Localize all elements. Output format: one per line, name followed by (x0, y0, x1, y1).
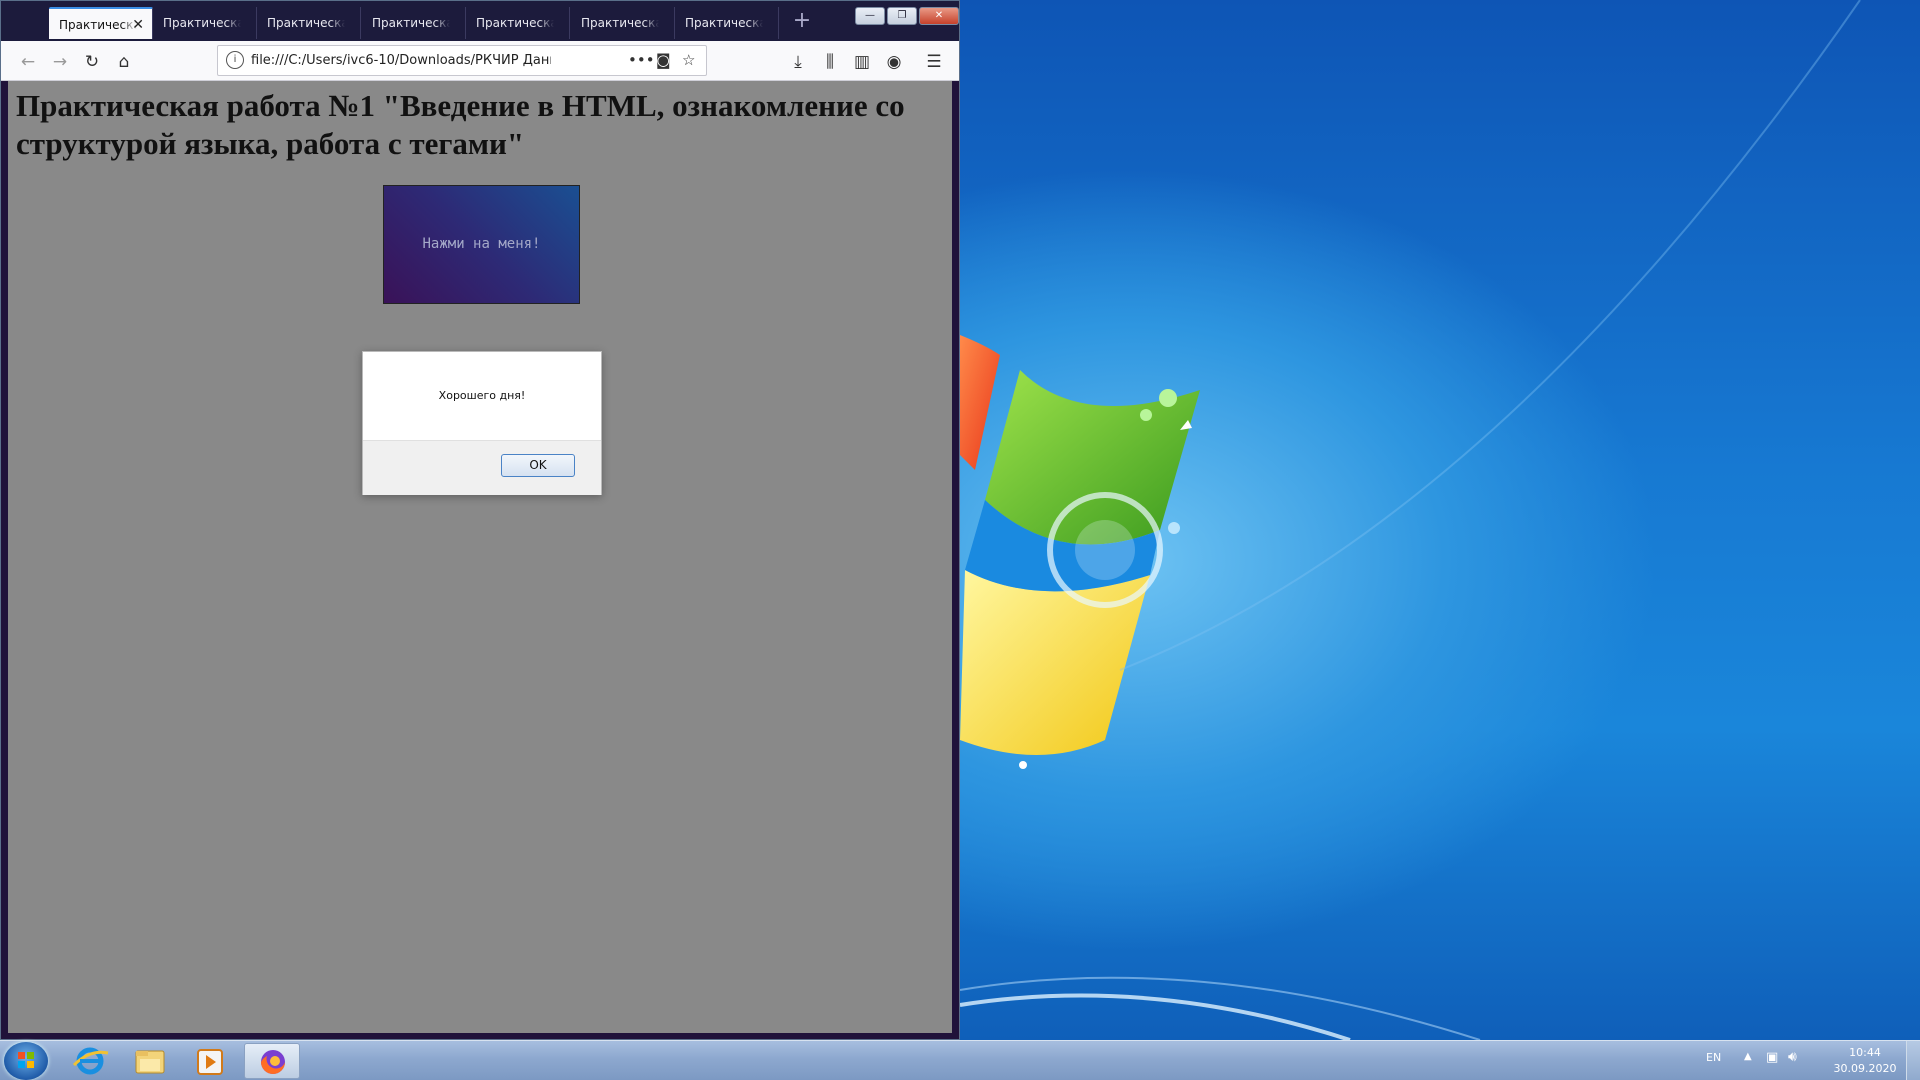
tab-label: Практическая работа (372, 16, 450, 30)
click-me-button[interactable]: Нажми на меня! (383, 185, 580, 304)
show-desktop-button[interactable] (1906, 1041, 1920, 1080)
clock-time: 10:44 (1849, 1046, 1881, 1059)
site-info-icon[interactable]: i (226, 51, 244, 69)
page-content: Практическая работа №1 "Введение в HTML,… (8, 81, 952, 1033)
page-actions-icon[interactable]: ••• (628, 50, 655, 70)
address-bar[interactable]: i file:///C:/Users/ivc6-10/Downloads/РКЧ… (217, 45, 707, 76)
sidebar-icon[interactable]: ▥ (849, 49, 875, 75)
close-window-button[interactable]: ✕ (919, 7, 959, 25)
taskbar: EN ▲ ▣ 🔊︎ 10:44 30.09.2020 (0, 1040, 1920, 1080)
menu-icon[interactable]: ☰ (921, 49, 947, 75)
media-player-icon[interactable] (182, 1043, 238, 1079)
tab-label: Практическая работа (163, 16, 241, 30)
start-button[interactable] (4, 1042, 48, 1080)
firefox-window: Практическая работа №1 ✕ Практическая ра… (0, 0, 960, 1040)
alert-message: Хорошего дня! (438, 389, 526, 402)
page-heading: Практическая работа №1 "Введение в HTML,… (16, 88, 905, 161)
clock-date: 30.09.2020 (1833, 1062, 1897, 1075)
ok-button[interactable]: OK (501, 454, 575, 477)
alert-footer: OK (363, 440, 601, 495)
tab-7[interactable]: Практическая работа (675, 7, 779, 39)
system-tray: EN ▲ ▣ 🔊︎ 10:44 30.09.2020 (1700, 1041, 1920, 1080)
navigation-toolbar: ← → ↻ ⌂ i file:///C:/Users/ivc6-10/Downl… (1, 41, 959, 81)
forward-icon[interactable]: → (47, 49, 73, 75)
tab-label: Практическая работа №1 (59, 18, 137, 32)
tab-4[interactable]: Практическая работа (362, 7, 466, 39)
tab-label: Практическая работа (581, 16, 659, 30)
back-icon[interactable]: ← (15, 49, 41, 75)
new-tab-button[interactable]: + (787, 7, 817, 37)
pocket-icon[interactable]: ◙ (656, 50, 671, 70)
reload-icon[interactable]: ↻ (79, 49, 105, 75)
home-icon[interactable]: ⌂ (111, 49, 137, 75)
volume-icon[interactable]: 🔊︎ (1788, 1049, 1797, 1065)
network-icon[interactable]: ▣ (1766, 1050, 1778, 1065)
explorer-icon[interactable] (122, 1043, 178, 1079)
firefox-icon[interactable] (244, 1043, 300, 1079)
internet-explorer-icon[interactable] (62, 1043, 118, 1079)
tab-6[interactable]: Практическая работа (571, 7, 675, 39)
maximize-button[interactable]: ❐ (887, 7, 917, 25)
url-text[interactable]: file:///C:/Users/ivc6-10/Downloads/РКЧИР… (251, 46, 551, 75)
clock[interactable]: 10:44 30.09.2020 (1830, 1045, 1900, 1077)
library-icon[interactable]: ⫼ (817, 49, 843, 75)
bookmark-star-icon[interactable]: ☆ (682, 50, 695, 70)
tab-5[interactable]: Практическая работа (466, 7, 570, 39)
language-indicator[interactable]: EN (1706, 1051, 1721, 1064)
tab-1[interactable]: Практическая работа №1 ✕ (49, 7, 153, 39)
downloads-icon[interactable]: ⤓ (785, 49, 811, 75)
close-tab-icon[interactable]: ✕ (132, 9, 144, 39)
tab-3[interactable]: Практическая работа (257, 7, 361, 39)
windows-flag-icon (18, 1052, 34, 1068)
show-hidden-icons-icon[interactable]: ▲ (1744, 1051, 1752, 1062)
tab-strip: Практическая работа №1 ✕ Практическая ра… (1, 1, 959, 41)
tab-2[interactable]: Практическая работа (153, 7, 257, 39)
tab-label: Практическая работа (267, 16, 345, 30)
minimize-button[interactable]: — (855, 7, 885, 25)
tab-label: Практическая работа (685, 16, 763, 30)
alert-dialog: Хорошего дня! OK (362, 351, 602, 495)
account-icon[interactable]: ◉ (881, 49, 907, 75)
tab-label: Практическая работа (476, 16, 554, 30)
